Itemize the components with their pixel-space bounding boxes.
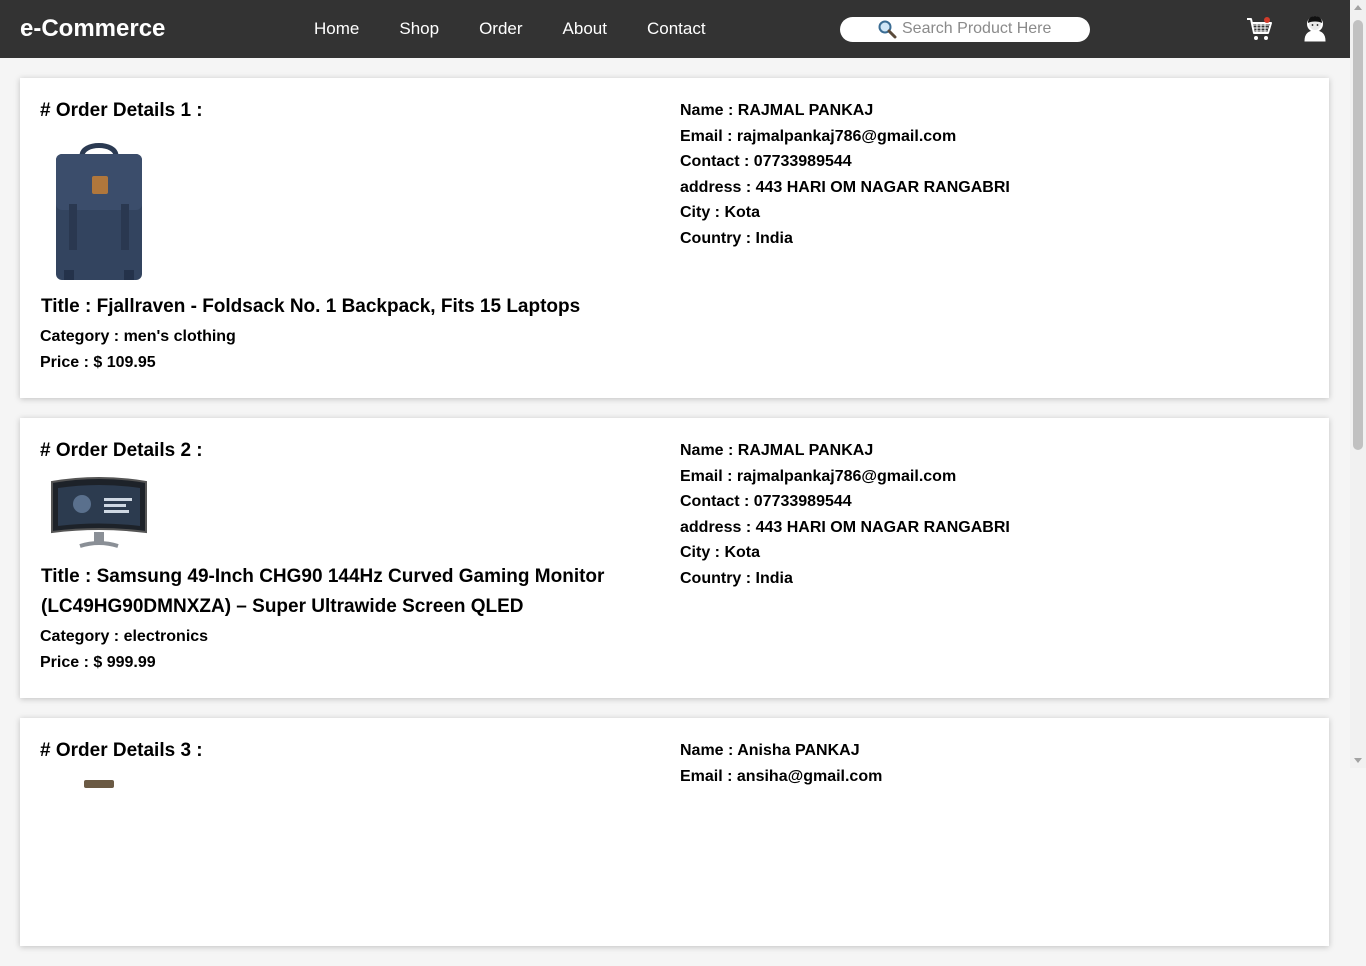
customer-email: Email : rajmalpankaj786@gmail.com: [680, 467, 957, 485]
user-icon[interactable]: [1302, 14, 1328, 47]
order-heading: # Order Details 2 :: [40, 440, 203, 461]
product-price: Price : $ 999.99: [40, 654, 156, 671]
order-product-info: # Order Details 1 : Title : Fjallraven -…: [40, 100, 620, 376]
order-card: # Order Details 3 : Name : Anisha PANKAJ…: [20, 718, 1329, 946]
customer-address: address : 443 HARI OM NAGAR RANGABRI: [680, 518, 1010, 536]
product-image-monitor[interactable]: [44, 474, 154, 554]
order-heading: # Order Details 1 :: [40, 100, 203, 121]
customer-info: Name : Anisha PANKAJ Email : ansiha@gmai…: [680, 738, 882, 789]
customer-email: Email : ansiha@gmail.com: [680, 767, 883, 785]
scroll-up-arrow-icon[interactable]: [1354, 5, 1362, 10]
nav-about-link[interactable]: About: [563, 19, 607, 39]
product-title: Title : Fjallraven - Foldsack No. 1 Back…: [41, 296, 581, 317]
orders-list: # Order Details 1 : Title : Fjallraven -…: [20, 78, 1329, 966]
customer-city: City : Kota: [680, 544, 760, 562]
search-box[interactable]: [840, 17, 1090, 42]
customer-info: Name : RAJMAL PANKAJ Email : rajmalpanka…: [680, 438, 1010, 592]
page-scrollbar[interactable]: [1350, 0, 1366, 768]
nav-order-link[interactable]: Order: [479, 19, 522, 39]
product-title: Title : Samsung 49-Inch CHG90 144Hz Curv…: [41, 566, 605, 617]
customer-country: Country : India: [680, 229, 793, 247]
nav-home-link[interactable]: Home: [314, 19, 359, 39]
order-card: # Order Details 1 : Title : Fjallraven -…: [20, 78, 1329, 398]
customer-address: address : 443 HARI OM NAGAR RANGABRI: [680, 178, 1010, 196]
order-card: # Order Details 2 : Title : Samsung 49-I…: [20, 418, 1329, 698]
customer-contact: Contact : 07733989544: [680, 493, 852, 511]
customer-name: Name : RAJMAL PANKAJ: [680, 442, 874, 459]
product-price: Price : $ 109.95: [40, 354, 156, 371]
nav-shop-link[interactable]: Shop: [399, 19, 439, 39]
product-category: Category : men's clothing: [40, 328, 236, 345]
search-input[interactable]: [902, 19, 1082, 39]
customer-country: Country : India: [680, 569, 793, 587]
nav-links: Home Shop Order About Contact: [314, 19, 746, 39]
customer-name: Name : Anisha PANKAJ: [680, 742, 860, 759]
product-image-partial[interactable]: [44, 774, 154, 924]
nav-contact-link[interactable]: Contact: [647, 19, 706, 39]
cart-icon[interactable]: [1245, 16, 1273, 47]
customer-name: Name : RAJMAL PANKAJ: [680, 102, 874, 119]
scroll-thumb[interactable]: [1353, 20, 1363, 450]
customer-city: City : Kota: [680, 204, 760, 222]
navbar: e-Commerce Home Shop Order About Contact: [0, 0, 1350, 58]
product-category: Category : electronics: [40, 628, 209, 645]
order-product-info: # Order Details 2 : Title : Samsung 49-I…: [40, 440, 620, 676]
customer-email: Email : rajmalpankaj786@gmail.com: [680, 127, 957, 145]
scroll-down-arrow-icon[interactable]: [1354, 758, 1362, 763]
brand-logo[interactable]: e-Commerce: [20, 15, 165, 43]
search-icon: [877, 19, 897, 44]
product-image-backpack[interactable]: [44, 134, 154, 284]
customer-info: Name : RAJMAL PANKAJ Email : rajmalpanka…: [680, 98, 1010, 252]
order-heading: # Order Details 3 :: [40, 740, 203, 761]
customer-contact: Contact : 07733989544: [680, 153, 852, 171]
